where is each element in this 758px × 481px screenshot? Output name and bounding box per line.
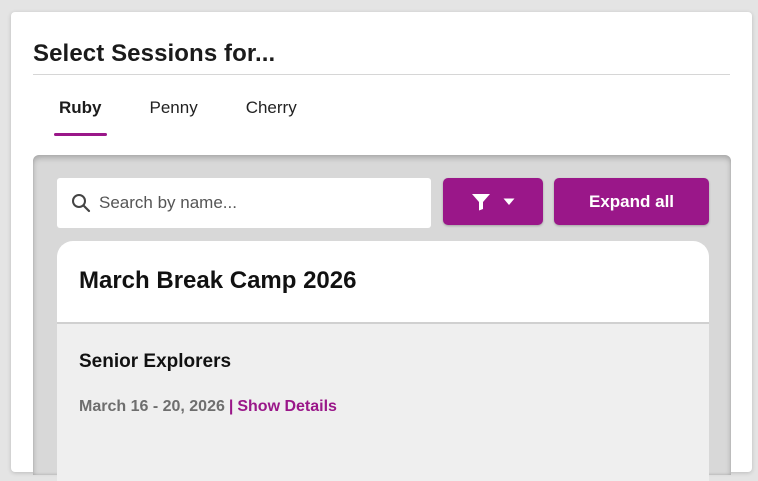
expand-all-button[interactable]: Expand all (554, 178, 709, 225)
sessions-panel: Expand all March Break Camp 2026 Senior … (33, 155, 731, 481)
page-title: Select Sessions for... (33, 40, 276, 67)
filter-button[interactable] (443, 178, 543, 225)
session-dates: March 16 - 20, 2026 (79, 398, 225, 415)
session-name: Senior Explorers (79, 351, 232, 372)
session-selector-card: Select Sessions for... Ruby Penny Cherry… (11, 12, 752, 481)
tab-penny[interactable]: Penny (150, 98, 198, 134)
search-icon (72, 194, 91, 213)
search-box[interactable] (57, 178, 431, 228)
search-input[interactable] (99, 193, 419, 213)
child-tabs: Ruby Penny Cherry (33, 98, 345, 136)
caret-down-icon (503, 198, 515, 205)
session-meta: March 16 - 20, 2026 | Show Details (79, 398, 337, 416)
camp-card: March Break Camp 2026 Senior Explorers M… (57, 241, 709, 481)
session-item: Senior Explorers March 16 - 20, 2026 | Sho… (57, 322, 709, 481)
filter-icon (472, 193, 490, 210)
camp-title: March Break Camp 2026 (79, 267, 357, 294)
tab-cherry[interactable]: Cherry (246, 98, 297, 134)
tab-ruby[interactable]: Ruby (54, 98, 106, 136)
title-divider (33, 74, 730, 75)
show-details-link[interactable]: Show Details (237, 398, 337, 415)
meta-separator: | (228, 398, 234, 415)
